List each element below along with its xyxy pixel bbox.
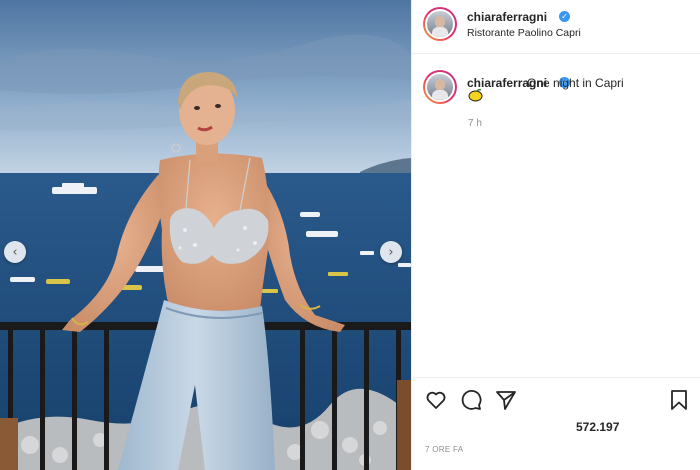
post-header: chiaraferragni ✓ Ristorante Paolino Capr… (412, 0, 700, 54)
comment-icon[interactable] (459, 388, 483, 412)
lemon-icon (468, 89, 483, 102)
paper-plane-icon[interactable] (494, 388, 518, 412)
post-date[interactable]: 7 ORE FA (425, 445, 463, 454)
post-photo (0, 0, 411, 470)
caption-avatar[interactable] (423, 70, 457, 104)
post-media[interactable]: ‹ › (0, 0, 411, 470)
action-bar (412, 377, 700, 421)
chevron-right-icon: › (388, 244, 394, 260)
avatar-image (425, 72, 455, 102)
location-link[interactable]: Ristorante Paolino Capri (467, 27, 581, 39)
caption-text: One night in Capri (527, 76, 624, 90)
heart-icon[interactable] (424, 388, 448, 412)
avatar-image (425, 9, 455, 39)
instagram-post: ‹ › chiaraferragni ✓ Ristorante Paolino … (0, 0, 700, 470)
verified-icon: ✓ (559, 11, 570, 22)
post-sidebar: chiaraferragni ✓ Ristorante Paolino Capr… (411, 0, 700, 470)
chevron-left-icon: ‹ (12, 244, 18, 260)
comment-timestamp: 7 h (468, 118, 482, 129)
likes-count[interactable]: 572.197 (576, 420, 619, 434)
bookmark-icon[interactable] (667, 388, 691, 412)
next-photo-button[interactable]: › (380, 241, 402, 263)
header-username[interactable]: chiaraferragni (467, 10, 547, 24)
avatar[interactable] (423, 7, 457, 41)
previous-photo-button[interactable]: ‹ (4, 241, 26, 263)
